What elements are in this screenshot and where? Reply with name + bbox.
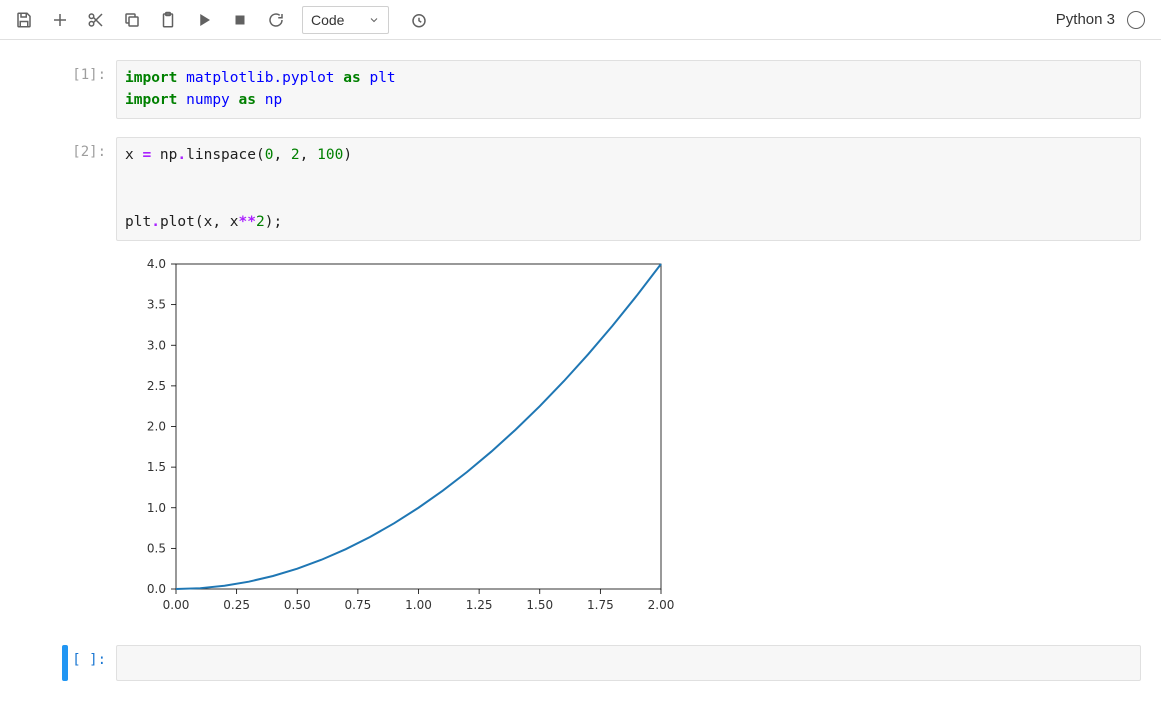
stop-icon	[231, 11, 249, 29]
copy-icon	[123, 11, 141, 29]
play-icon	[195, 11, 213, 29]
execution-prompt: [ ]:	[72, 645, 106, 681]
run-button[interactable]	[188, 4, 220, 36]
code-cell[interactable]: [ ]:	[20, 645, 1141, 681]
code-editor[interactable]: import matplotlib.pyplot as plt import n…	[116, 60, 1141, 119]
celltype-label: Code	[311, 12, 344, 28]
svg-text:1.5: 1.5	[147, 460, 166, 474]
svg-text:1.75: 1.75	[587, 598, 614, 612]
insert-cell-button[interactable]	[44, 4, 76, 36]
jupyterlab-app: Code Python 3 [1]: import matplotlib.pyp…	[0, 0, 1161, 719]
execution-prompt: [2]:	[72, 137, 106, 241]
paste-icon	[159, 11, 177, 29]
matplotlib-line-chart: 0.00 0.25 0.50 0.75 1.00 1.25 1.50 1.75 2.00 0.0 0…	[116, 249, 676, 629]
timing-button[interactable]	[403, 4, 435, 36]
svg-text:1.0: 1.0	[147, 501, 166, 515]
svg-text:0.75: 0.75	[345, 598, 372, 612]
restart-icon	[267, 11, 285, 29]
svg-text:0.50: 0.50	[284, 598, 311, 612]
svg-text:1.00: 1.00	[405, 598, 432, 612]
svg-text:2.00: 2.00	[648, 598, 675, 612]
cell-output: 0.00 0.25 0.50 0.75 1.00 1.25 1.50 1.75 2.00 0.0 0…	[20, 245, 1141, 637]
notebook-toolbar: Code Python 3	[0, 0, 1161, 40]
code-editor[interactable]: x = np.linspace(0, 2, 100) plt.plot(x, x…	[116, 137, 1141, 241]
code-editor[interactable]	[116, 645, 1141, 681]
notebook-scroll[interactable]: [1]: import matplotlib.pyplot as plt imp…	[0, 40, 1161, 719]
cell-selection-indicator	[62, 645, 68, 681]
execution-prompt: [1]:	[72, 60, 106, 119]
clock-icon	[410, 11, 428, 29]
svg-text:2.0: 2.0	[147, 419, 166, 433]
svg-text:2.5: 2.5	[147, 379, 166, 393]
save-button[interactable]	[8, 4, 40, 36]
svg-text:0.5: 0.5	[147, 541, 166, 555]
svg-text:4.0: 4.0	[147, 257, 166, 271]
kernel-name[interactable]: Python 3	[1056, 11, 1115, 28]
copy-button[interactable]	[116, 4, 148, 36]
code-cell[interactable]: [1]: import matplotlib.pyplot as plt imp…	[20, 60, 1141, 119]
plus-icon	[51, 11, 69, 29]
svg-text:3.5: 3.5	[147, 297, 166, 311]
celltype-dropdown[interactable]: Code	[302, 6, 389, 34]
paste-button[interactable]	[152, 4, 184, 36]
svg-text:0.25: 0.25	[223, 598, 250, 612]
cut-icon	[87, 11, 105, 29]
svg-text:3.0: 3.0	[147, 338, 166, 352]
interrupt-button[interactable]	[224, 4, 256, 36]
notebook: [1]: import matplotlib.pyplot as plt imp…	[0, 40, 1161, 719]
code-cell[interactable]: [2]: x = np.linspace(0, 2, 100) plt.plot…	[20, 137, 1141, 241]
svg-text:0.0: 0.0	[147, 582, 166, 596]
save-icon	[15, 11, 33, 29]
restart-button[interactable]	[260, 4, 292, 36]
cut-button[interactable]	[80, 4, 112, 36]
kernel-status-idle-icon[interactable]	[1127, 11, 1145, 29]
svg-text:1.25: 1.25	[466, 598, 493, 612]
svg-text:1.50: 1.50	[526, 598, 553, 612]
svg-text:0.00: 0.00	[163, 598, 190, 612]
chevron-down-icon	[368, 14, 380, 26]
